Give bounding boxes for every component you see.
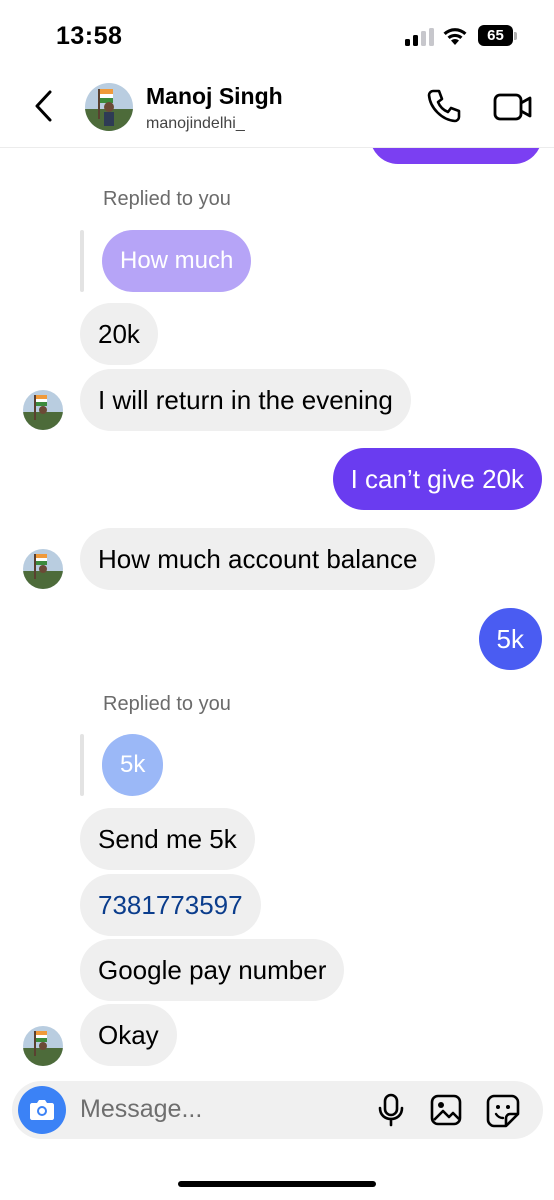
outgoing-message-partial <box>370 148 542 164</box>
sticker-icon[interactable] <box>486 1094 520 1128</box>
incoming-message[interactable]: Google pay number <box>80 939 345 1001</box>
reply-indicator <box>80 734 84 796</box>
gallery-icon[interactable] <box>430 1094 462 1126</box>
message-list[interactable]: Replied to you How much 20k I will retur… <box>0 148 554 1078</box>
incoming-message[interactable]: Okay <box>80 1004 177 1066</box>
cellular-signal-icon <box>405 28 435 46</box>
microphone-icon[interactable] <box>377 1093 405 1127</box>
phone-number-link[interactable]: 7381773597 <box>80 874 261 936</box>
chat-header: Manoj Singh manojindelhi_ <box>0 72 554 148</box>
quoted-message[interactable]: 5k <box>102 734 164 796</box>
phone-icon[interactable] <box>424 86 464 126</box>
camera-button[interactable] <box>18 1086 66 1134</box>
avatar[interactable] <box>23 1026 63 1066</box>
avatar[interactable] <box>23 549 63 589</box>
quoted-message[interactable]: How much <box>102 230 252 292</box>
replied-label: Replied to you <box>103 693 231 715</box>
contact-handle[interactable]: manojindelhi_ <box>146 115 245 133</box>
incoming-message[interactable]: I will return in the evening <box>80 369 411 431</box>
video-icon[interactable] <box>493 90 533 124</box>
outgoing-message[interactable]: 5k <box>478 608 542 670</box>
avatar[interactable] <box>85 83 133 131</box>
back-icon[interactable] <box>28 86 62 126</box>
status-bar: 13:58 65 <box>0 0 554 72</box>
camera-icon <box>30 1100 54 1120</box>
battery-level: 65 <box>478 25 513 46</box>
incoming-message[interactable]: 20k <box>80 303 158 365</box>
outgoing-message[interactable]: I can’t give 20k <box>332 448 542 510</box>
contact-name[interactable]: Manoj Singh <box>146 83 283 110</box>
reply-indicator <box>80 230 84 292</box>
message-input[interactable]: Message... <box>80 1095 202 1124</box>
avatar[interactable] <box>23 390 63 430</box>
incoming-message[interactable]: Send me 5k <box>80 808 255 870</box>
incoming-message[interactable]: How much account balance <box>80 528 436 590</box>
status-time: 13:58 <box>56 22 123 50</box>
wifi-icon <box>443 28 467 45</box>
replied-label: Replied to you <box>103 188 231 210</box>
home-indicator <box>178 1181 376 1187</box>
message-composer[interactable]: Message... <box>12 1081 543 1139</box>
battery-icon: 65 <box>478 25 518 46</box>
